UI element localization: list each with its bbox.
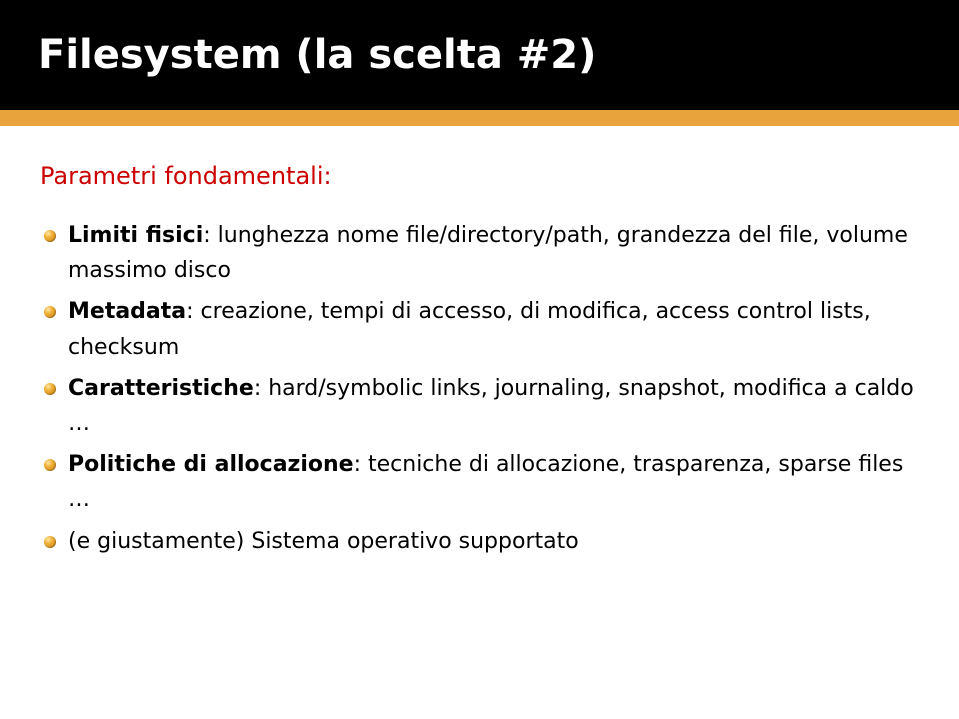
bullet-term: Politiche di allocazione <box>68 452 354 477</box>
subtitle: Parametri fondamentali: <box>40 162 919 190</box>
slide: Filesystem (la scelta #2) Parametri fond… <box>0 0 959 719</box>
slide-title: Filesystem (la scelta #2) <box>38 32 596 78</box>
list-item: Politiche di allocazione: tecniche di al… <box>40 447 919 517</box>
content-area: Parametri fondamentali: Limiti fisici: l… <box>0 126 959 559</box>
bullet-list: Limiti fisici: lunghezza nome file/direc… <box>40 218 919 559</box>
list-item: Metadata: creazione, tempi di accesso, d… <box>40 294 919 364</box>
list-item: Limiti fisici: lunghezza nome file/direc… <box>40 218 919 288</box>
bullet-text: (e giustamente) Sistema operativo suppor… <box>68 529 579 554</box>
accent-stripe <box>0 110 959 126</box>
bullet-term: Caratteristiche <box>68 376 254 401</box>
bullet-term: Limiti fisici <box>68 223 203 248</box>
title-bar: Filesystem (la scelta #2) <box>0 0 959 110</box>
bullet-text: : creazione, tempi di accesso, di modifi… <box>68 299 871 359</box>
list-item: (e giustamente) Sistema operativo suppor… <box>40 524 919 559</box>
list-item: Caratteristiche: hard/symbolic links, jo… <box>40 371 919 441</box>
bullet-term: Metadata <box>68 299 186 324</box>
